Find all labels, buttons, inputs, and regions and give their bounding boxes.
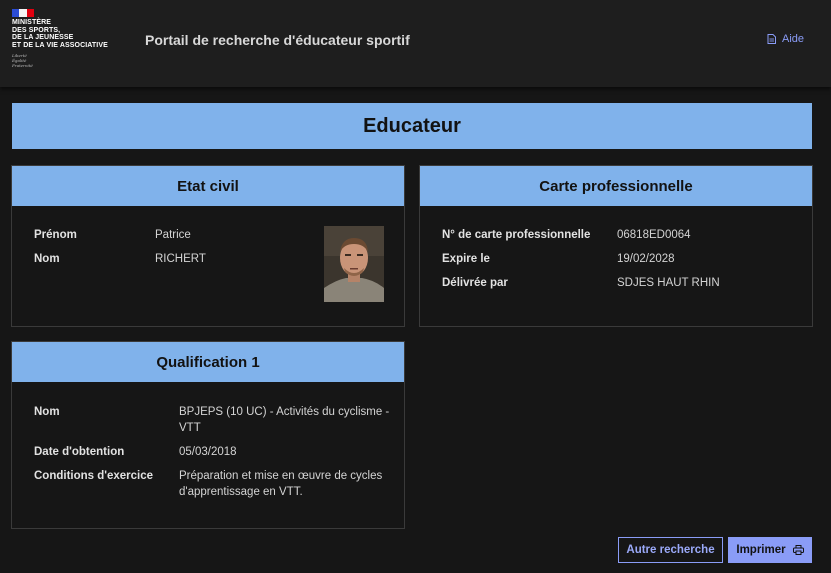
field-value-card-number: 06818ED0064 (617, 229, 691, 241)
qualification-title: Qualification 1 (12, 342, 404, 382)
field-value-nom: RICHERT (155, 253, 206, 265)
value-line: d'apprentissage en VTT. (179, 486, 303, 498)
etat-civil-title: Etat civil (12, 166, 404, 206)
print-label: Imprimer (736, 544, 786, 556)
printer-icon (792, 545, 804, 555)
field-value-prenom: Patrice (155, 229, 191, 241)
help-link[interactable]: Aide (767, 33, 804, 45)
ministry-line: MINISTÈRE (12, 19, 52, 26)
field-label-qualification-name: Nom (34, 406, 60, 418)
portal-title[interactable]: Portail de recherche d'éducateur sportif (145, 32, 410, 48)
field-label-prenom: Prénom (34, 229, 77, 241)
page-title: Educateur (12, 103, 812, 149)
field-value-qualification-name: BPJEPS (10 UC) - Activités du cyclisme -… (179, 404, 389, 436)
field-value-conditions: Préparation et mise en œuvre de cycles d… (179, 468, 382, 500)
republic-motto: Liberté Égalité Fraternité (12, 53, 132, 68)
print-button[interactable]: Imprimer (728, 537, 812, 563)
help-label: Aide (782, 33, 805, 45)
field-value-issuer: SDJES HAUT RHIN (617, 277, 720, 289)
field-value-obtention-date: 05/03/2018 (179, 446, 237, 458)
ministry-logo[interactable]: MINISTÈRE DES SPORTS, DE LA JEUNESSE ET … (12, 9, 132, 68)
ministry-name: MINISTÈRE DES SPORTS, DE LA JEUNESSE ET … (12, 19, 132, 49)
field-label-card-number: N° de carte professionnelle (442, 229, 591, 241)
value-line: Préparation et mise en œuvre de cycles (179, 470, 383, 482)
field-label-issuer: Délivrée par (442, 277, 508, 289)
motto-line: Fraternité (12, 63, 33, 68)
value-line: VTT (179, 422, 201, 434)
field-label-obtention-date: Date d'obtention (34, 446, 125, 458)
ministry-line: DE LA JEUNESSE (12, 34, 74, 41)
site-header: MINISTÈRE DES SPORTS, DE LA JEUNESSE ET … (0, 0, 831, 87)
ministry-line: DES SPORTS, (12, 26, 61, 34)
field-label-expiry: Expire le (442, 253, 490, 265)
other-search-label: Autre recherche (626, 544, 715, 556)
french-flag-icon (12, 9, 34, 17)
value-line: BPJEPS (10 UC) - Activités du cyclisme - (179, 406, 390, 418)
field-label-conditions: Conditions d'exercice (34, 470, 154, 482)
etat-civil-card: Etat civil Prénom Patrice Nom RICHERT (11, 165, 405, 327)
field-value-expiry: 19/02/2028 (617, 253, 675, 265)
carte-pro-title: Carte professionnelle (420, 166, 812, 206)
qualification-card: Qualification 1 Nom BPJEPS (10 UC) - Act… (11, 341, 405, 529)
other-search-button[interactable]: Autre recherche (618, 537, 723, 563)
educator-photo (324, 226, 384, 302)
field-label-nom: Nom (34, 253, 60, 265)
document-icon (767, 34, 776, 44)
ministry-line: ET DE LA VIE ASSOCIATIVE (12, 41, 108, 49)
carte-pro-card: Carte professionnelle N° de carte profes… (419, 165, 813, 327)
